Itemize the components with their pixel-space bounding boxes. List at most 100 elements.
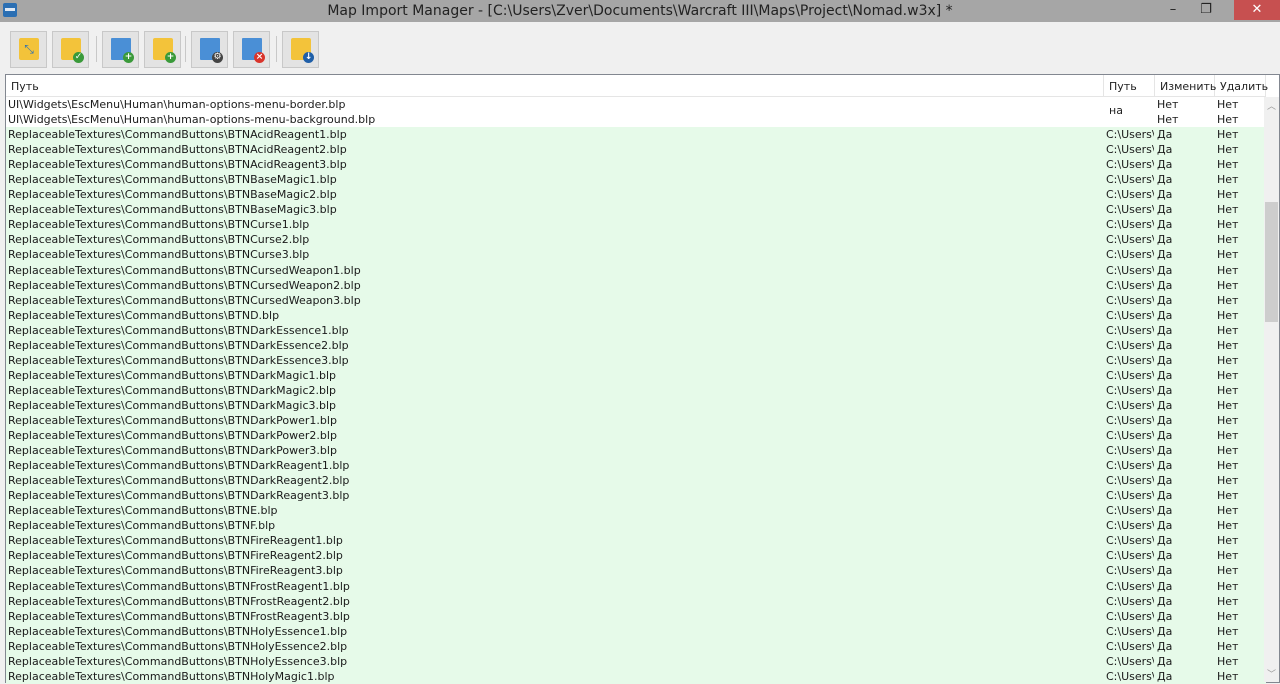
cell-modify: Да [1157,338,1173,352]
cell-target-path: C:\Users\Z [1106,534,1154,548]
table-row[interactable]: ReplaceableTextures\CommandButtons\BTNDa… [6,322,1266,338]
table-row[interactable]: ReplaceableTextures\CommandButtons\BTNFi… [6,548,1266,564]
table-row[interactable]: ReplaceableTextures\CommandButtons\BTNDa… [6,397,1266,413]
table-row[interactable]: ReplaceableTextures\CommandButtons\BTNDa… [6,473,1266,489]
close-button[interactable]: ✕ [1234,0,1280,20]
table-row[interactable]: ReplaceableTextures\CommandButtons\BTNDa… [6,443,1266,459]
check-badge-icon: ✓ [73,52,84,63]
table-row[interactable]: ReplaceableTextures\CommandButtons\BTNCu… [6,217,1266,233]
table-row[interactable]: ReplaceableTextures\CommandButtons\BTNDa… [6,382,1266,398]
table-row[interactable]: ReplaceableTextures\CommandButtons\BTNCu… [6,292,1266,308]
column-header-modify[interactable]: Изменить [1155,75,1216,97]
cell-target-path: C:\Users\Z [1106,158,1154,172]
column-header-target-path[interactable]: Путь на [1104,75,1155,117]
scroll-down-icon[interactable]: ﹀ [1264,667,1279,680]
import-file-list[interactable]: Путь Путь на Изменить Удалить UI\Widgets… [5,74,1280,684]
cell-delete: Нет [1217,158,1239,172]
import-folder-button[interactable]: ⤡ [10,31,47,68]
table-row[interactable]: ReplaceableTextures\CommandButtons\BTNFi… [6,533,1266,549]
table-row[interactable]: ReplaceableTextures\CommandButtons\BTNFr… [6,608,1266,624]
table-row[interactable]: ReplaceableTextures\CommandButtons\BTNDa… [6,337,1266,353]
vertical-scrollbar[interactable]: ︿ ﹀ [1264,97,1279,682]
table-row[interactable]: ReplaceableTextures\CommandButtons\BTNAc… [6,127,1266,143]
add-folder-button[interactable]: + [144,31,181,68]
cell-path: ReplaceableTextures\CommandButtons\BTNCu… [8,293,361,307]
cell-path: ReplaceableTextures\CommandButtons\BTND.… [8,308,280,322]
table-row[interactable]: ReplaceableTextures\CommandButtons\BTNCu… [6,247,1266,263]
cell-modify: Да [1157,504,1173,518]
cell-path: ReplaceableTextures\CommandButtons\BTNFr… [8,579,350,593]
cell-target-path: C:\Users\Z [1106,128,1154,142]
toolbar-separator [185,36,186,62]
table-row[interactable]: ReplaceableTextures\CommandButtons\BTNDa… [6,428,1266,444]
cell-path: ReplaceableTextures\CommandButtons\BTNCu… [8,248,310,262]
table-row[interactable]: ReplaceableTextures\CommandButtons\BTNF.… [6,518,1266,534]
cell-target-path: C:\Users\Z [1106,474,1154,488]
folder-arrows-icon: ⤡ [19,38,39,60]
table-row[interactable]: ReplaceableTextures\CommandButtons\BTNDa… [6,352,1266,368]
table-row[interactable]: ReplaceableTextures\CommandButtons\BTNBa… [6,187,1266,203]
cell-modify: Да [1157,519,1173,533]
cell-path: ReplaceableTextures\CommandButtons\BTNHo… [8,669,335,683]
cell-delete: Нет [1217,609,1239,623]
file-properties-button[interactable]: ⚙ [191,31,228,68]
table-row[interactable]: ReplaceableTextures\CommandButtons\BTNFi… [6,563,1266,579]
cell-delete: Нет [1217,413,1239,427]
cell-target-path: C:\Users\Z [1106,413,1154,427]
scrollbar-thumb[interactable] [1265,202,1278,322]
table-row[interactable]: ReplaceableTextures\CommandButtons\BTNFr… [6,578,1266,594]
cell-path: ReplaceableTextures\CommandButtons\BTNDa… [8,383,337,397]
add-file-button[interactable]: + [102,31,139,68]
table-row[interactable]: ReplaceableTextures\CommandButtons\BTNCu… [6,262,1266,278]
cell-modify: Да [1157,128,1173,142]
cell-delete: Нет [1217,504,1239,518]
cell-delete: Нет [1217,594,1239,608]
cell-modify: Да [1157,594,1173,608]
cell-delete: Нет [1217,248,1239,262]
table-row[interactable]: ReplaceableTextures\CommandButtons\BTND.… [6,307,1266,323]
minimize-button[interactable]: – [1159,0,1187,20]
table-row[interactable]: ReplaceableTextures\CommandButtons\BTNBa… [6,172,1266,188]
cell-modify: Да [1157,549,1173,563]
import-folder-confirm-button[interactable]: ✓ [52,31,89,68]
cell-path: ReplaceableTextures\CommandButtons\BTNDa… [8,413,337,427]
column-header-delete[interactable]: Удалить [1215,75,1268,97]
table-row[interactable]: ReplaceableTextures\CommandButtons\BTNHo… [6,653,1266,669]
table-row[interactable]: ReplaceableTextures\CommandButtons\BTNAc… [6,157,1266,173]
table-row[interactable]: ReplaceableTextures\CommandButtons\BTNCu… [6,277,1266,293]
cell-target-path: C:\Users\Z [1106,654,1154,668]
cell-modify: Да [1157,669,1173,683]
x-badge-icon: × [254,52,265,63]
plus-badge-icon: + [165,52,176,63]
remove-file-button[interactable]: × [233,31,270,68]
table-row[interactable]: UI\Widgets\EscMenu\Human\human-options-m… [6,112,1266,127]
export-button[interactable]: ↓ [282,31,319,68]
table-row[interactable]: ReplaceableTextures\CommandButtons\BTNDa… [6,367,1266,383]
table-row[interactable]: UI\Widgets\EscMenu\Human\human-options-m… [6,97,1266,112]
cell-target-path: C:\Users\Z [1106,218,1154,232]
cell-modify: Да [1157,173,1173,187]
restore-button[interactable]: ❐ [1192,0,1220,20]
table-row[interactable]: ReplaceableTextures\CommandButtons\BTNE.… [6,503,1266,519]
table-row[interactable]: ReplaceableTextures\CommandButtons\BTNDa… [6,458,1266,474]
table-row[interactable]: ReplaceableTextures\CommandButtons\BTNHo… [6,668,1266,684]
table-row[interactable]: ReplaceableTextures\CommandButtons\BTNCu… [6,232,1266,248]
column-header-path[interactable]: Путь [6,75,1104,97]
cell-target-path: C:\Users\Z [1106,203,1154,217]
table-row[interactable]: ReplaceableTextures\CommandButtons\BTNHo… [6,623,1266,639]
table-row[interactable]: ReplaceableTextures\CommandButtons\BTNAc… [6,142,1266,158]
cell-target-path: C:\Users\Z [1106,549,1154,563]
table-row[interactable]: ReplaceableTextures\CommandButtons\BTNDa… [6,412,1266,429]
cell-delete: Нет [1217,278,1239,292]
table-row[interactable]: ReplaceableTextures\CommandButtons\BTNFr… [6,593,1266,609]
cell-modify: Да [1157,654,1173,668]
cell-target-path: C:\Users\Z [1106,383,1154,397]
cell-modify: Да [1157,353,1173,367]
cell-target-path: C:\Users\Z [1106,338,1154,352]
table-row[interactable]: ReplaceableTextures\CommandButtons\BTNHo… [6,638,1266,654]
table-row[interactable]: ReplaceableTextures\CommandButtons\BTNBa… [6,202,1266,218]
table-row[interactable]: ReplaceableTextures\CommandButtons\BTNDa… [6,488,1266,504]
scroll-up-icon[interactable]: ︿ [1264,99,1279,112]
cell-path: ReplaceableTextures\CommandButtons\BTNFi… [8,534,343,548]
cell-delete: Нет [1217,98,1239,111]
